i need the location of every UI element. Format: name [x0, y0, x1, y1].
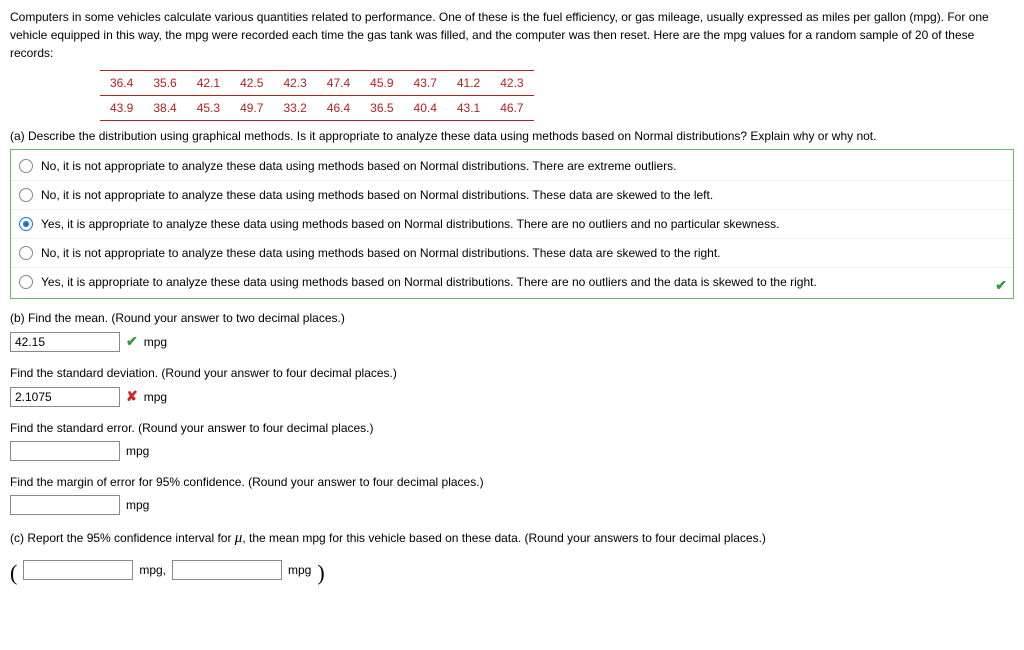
data-cell: 42.1: [187, 71, 230, 96]
check-icon: ✔: [995, 275, 1007, 296]
cross-icon: ✘: [126, 386, 138, 407]
problem-intro: Computers in some vehicles calculate var…: [10, 8, 1014, 62]
unit-label: mpg,: [139, 561, 166, 579]
mc-option[interactable]: No, it is not appropriate to analyze the…: [11, 239, 1013, 268]
unit-label: mpg: [126, 442, 149, 460]
unit-label: mpg: [144, 333, 167, 351]
data-cell: 45.3: [187, 96, 230, 121]
unit-label: mpg: [126, 496, 149, 514]
part-a-prompt: (a) Describe the distribution using grap…: [10, 127, 1014, 145]
data-cell: 36.4: [100, 71, 143, 96]
data-cell: 42.3: [490, 71, 533, 96]
unit-label: mpg: [144, 388, 167, 406]
data-cell: 47.4: [317, 71, 360, 96]
check-icon: ✔: [126, 331, 138, 352]
moe-prompt: Find the margin of error for 95% confide…: [10, 473, 1014, 491]
data-cell: 40.4: [404, 96, 447, 121]
data-cell: 42.5: [230, 71, 273, 96]
moe-input[interactable]: [10, 495, 120, 515]
paren-open: (: [10, 556, 17, 589]
unit-label: mpg: [288, 561, 311, 579]
radio-icon[interactable]: [19, 275, 33, 289]
std-err-input[interactable]: [10, 441, 120, 461]
part-c-prompt: (c) Report the 95% confidence interval f…: [10, 527, 1014, 550]
data-cell: 38.4: [143, 96, 186, 121]
data-row: 36.4 35.6 42.1 42.5 42.3 47.4 45.9 43.7 …: [100, 71, 534, 96]
data-cell: 43.7: [404, 71, 447, 96]
data-table: 36.4 35.6 42.1 42.5 42.3 47.4 45.9 43.7 …: [100, 70, 534, 121]
mc-option-label: Yes, it is appropriate to analyze these …: [41, 215, 779, 233]
mc-option[interactable]: No, it is not appropriate to analyze the…: [11, 152, 1013, 181]
mc-option-label: No, it is not appropriate to analyze the…: [41, 186, 713, 204]
data-cell: 41.2: [447, 71, 490, 96]
data-cell: 43.9: [100, 96, 143, 121]
data-cell: 36.5: [360, 96, 403, 121]
mc-option-label: No, it is not appropriate to analyze the…: [41, 244, 721, 262]
data-cell: 46.4: [317, 96, 360, 121]
part-b-mean-prompt: (b) Find the mean. (Round your answer to…: [10, 309, 1014, 327]
radio-icon[interactable]: [19, 188, 33, 202]
ci-lower-input[interactable]: [23, 560, 133, 580]
data-cell: 43.1: [447, 96, 490, 121]
paren-close: ): [317, 556, 324, 589]
data-cell: 45.9: [360, 71, 403, 96]
multiple-choice-group: No, it is not appropriate to analyze the…: [10, 149, 1014, 299]
radio-icon[interactable]: [19, 159, 33, 173]
mc-option-label: Yes, it is appropriate to analyze these …: [41, 273, 817, 291]
data-cell: 49.7: [230, 96, 273, 121]
mc-option[interactable]: Yes, it is appropriate to analyze these …: [11, 210, 1013, 239]
radio-icon[interactable]: [19, 217, 33, 231]
std-dev-input[interactable]: [10, 387, 120, 407]
mc-option[interactable]: Yes, it is appropriate to analyze these …: [11, 268, 1013, 296]
mc-option[interactable]: No, it is not appropriate to analyze the…: [11, 181, 1013, 210]
mean-input[interactable]: [10, 332, 120, 352]
std-dev-prompt: Find the standard deviation. (Round your…: [10, 364, 1014, 382]
data-cell: 42.3: [273, 71, 316, 96]
data-cell: 33.2: [273, 96, 316, 121]
data-row: 43.9 38.4 45.3 49.7 33.2 46.4 36.5 40.4 …: [100, 96, 534, 121]
radio-icon[interactable]: [19, 246, 33, 260]
std-err-prompt: Find the standard error. (Round your ans…: [10, 419, 1014, 437]
mc-option-label: No, it is not appropriate to analyze the…: [41, 157, 676, 175]
ci-upper-input[interactable]: [172, 560, 282, 580]
data-cell: 46.7: [490, 96, 533, 121]
data-cell: 35.6: [143, 71, 186, 96]
